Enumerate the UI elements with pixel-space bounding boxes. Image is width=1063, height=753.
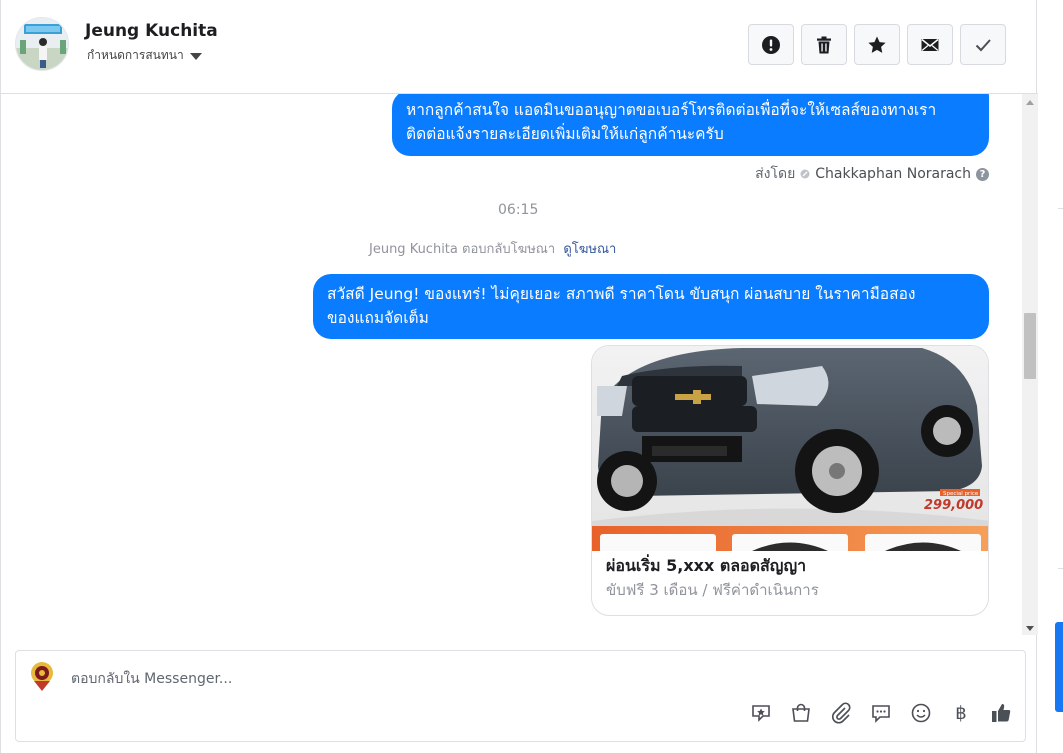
- contact-name[interactable]: Jeung Kuchita: [85, 21, 218, 41]
- mark-unread-button[interactable]: [907, 24, 953, 65]
- sent-by-info: ส่งโดย Chakkaphan Norarach ?: [755, 163, 989, 185]
- card-subtitle: ขับฟรี 3 เดือน / ฟรีค่าดำเนินการ: [606, 581, 819, 599]
- mark-done-button[interactable]: [960, 24, 1006, 65]
- conversation-header: Jeung Kuchita กำหนดการสนทนา: [1, 0, 1038, 94]
- emoji-button[interactable]: [909, 701, 933, 725]
- page-divider: [1058, 208, 1063, 209]
- help-icon[interactable]: ?: [976, 167, 989, 181]
- mail-icon: [921, 38, 939, 51]
- conversation-label-dropdown[interactable]: กำหนดการสนทนา: [87, 46, 202, 65]
- shop-button[interactable]: [789, 701, 813, 725]
- timestamp: 06:15: [498, 202, 539, 218]
- price-tag: 299,000: [924, 498, 983, 513]
- ad-reply-notice: Jeung Kuchita ตอบกลับโฆษณา ดูโฆษณา: [369, 238, 616, 259]
- saved-replies-icon: [872, 705, 890, 723]
- alert-icon: [762, 35, 780, 54]
- like-button[interactable]: [989, 701, 1013, 725]
- sticker-icon: [752, 705, 770, 722]
- ad-reply-text: Jeung Kuchita ตอบกลับโฆษณา: [369, 242, 556, 257]
- baht-icon: ฿: [955, 702, 967, 724]
- sender-name[interactable]: Chakkaphan Norarach: [815, 166, 971, 182]
- like-icon: [992, 704, 1011, 722]
- pencil-icon: [800, 169, 810, 179]
- page-divider: [1058, 568, 1063, 569]
- message-line: สวัสดี Jeung! ของแทร่! ไม่คุยเยอะ สภาพดี…: [327, 285, 916, 303]
- outgoing-message[interactable]: สวัสดี Jeung! ของแทร่! ไม่คุยเยอะ สภาพดี…: [313, 274, 989, 339]
- reply-input[interactable]: ตอบกลับใน Messenger...: [71, 668, 232, 690]
- message-thread[interactable]: หากลูกค้าสนใจ แอดมินขออนุญาตขอเบอร์โทรติ…: [1, 94, 1022, 635]
- scroll-down-arrow-icon[interactable]: [1026, 626, 1034, 631]
- car-ad-image: Special price 299,000: [592, 346, 988, 551]
- saved-replies-button[interactable]: [869, 701, 893, 725]
- star-button[interactable]: [854, 24, 900, 65]
- caret-down-icon: [189, 53, 202, 60]
- composer-toolbar: ฿: [749, 701, 1013, 725]
- delete-button[interactable]: [801, 24, 847, 65]
- trash-icon: [817, 36, 831, 53]
- scroll-up-arrow-icon[interactable]: [1026, 100, 1034, 105]
- check-icon: [975, 38, 991, 51]
- attachment-icon: [832, 702, 851, 724]
- side-panel-tab[interactable]: [1055, 622, 1063, 712]
- emoji-icon: [911, 703, 931, 723]
- outgoing-message[interactable]: หากลูกค้าสนใจ แอดมินขออนุญาตขอเบอร์โทรติ…: [392, 94, 989, 156]
- message-line: ติดต่อแจ้งรายละเอียดเพิ่มเติมให้แก่ลูกค้…: [406, 125, 724, 143]
- sticker-button[interactable]: [749, 701, 773, 725]
- star-icon: [868, 36, 886, 53]
- ad-attachment-card[interactable]: Special price 299,000 ผ่อนเริ่ม 5,xxx ตล…: [591, 345, 989, 616]
- sent-by-label: ส่งโดย: [755, 166, 796, 182]
- scrollbar-thumb[interactable]: [1024, 313, 1036, 379]
- messenger-panel: Jeung Kuchita กำหนดการสนทนา หากลูกค้าสนใ…: [0, 0, 1038, 753]
- conversation-label-text: กำหนดการสนทนา: [87, 48, 184, 62]
- reply-composer[interactable]: ตอบกลับใน Messenger... ฿: [15, 650, 1026, 742]
- view-ad-link[interactable]: ดูโฆษณา: [563, 242, 616, 257]
- card-title: ผ่อนเริ่ม 5,xxx ตลอดสัญญา: [606, 556, 807, 575]
- header-actions: [748, 24, 1006, 65]
- mark-spam-button[interactable]: [748, 24, 794, 65]
- page-avatar: [31, 662, 53, 691]
- payment-button[interactable]: ฿: [949, 701, 973, 725]
- special-price-label: Special price: [943, 491, 979, 497]
- attach-button[interactable]: [829, 701, 853, 725]
- message-line: หากลูกค้าสนใจ แอดมินขออนุญาตขอเบอร์โทรติ…: [406, 101, 937, 119]
- message-line: ของแถมจัดเต็ม: [327, 309, 429, 327]
- thread-scrollbar[interactable]: [1022, 94, 1038, 635]
- shopping-bag-icon: [792, 703, 810, 722]
- contact-avatar[interactable]: [15, 17, 69, 71]
